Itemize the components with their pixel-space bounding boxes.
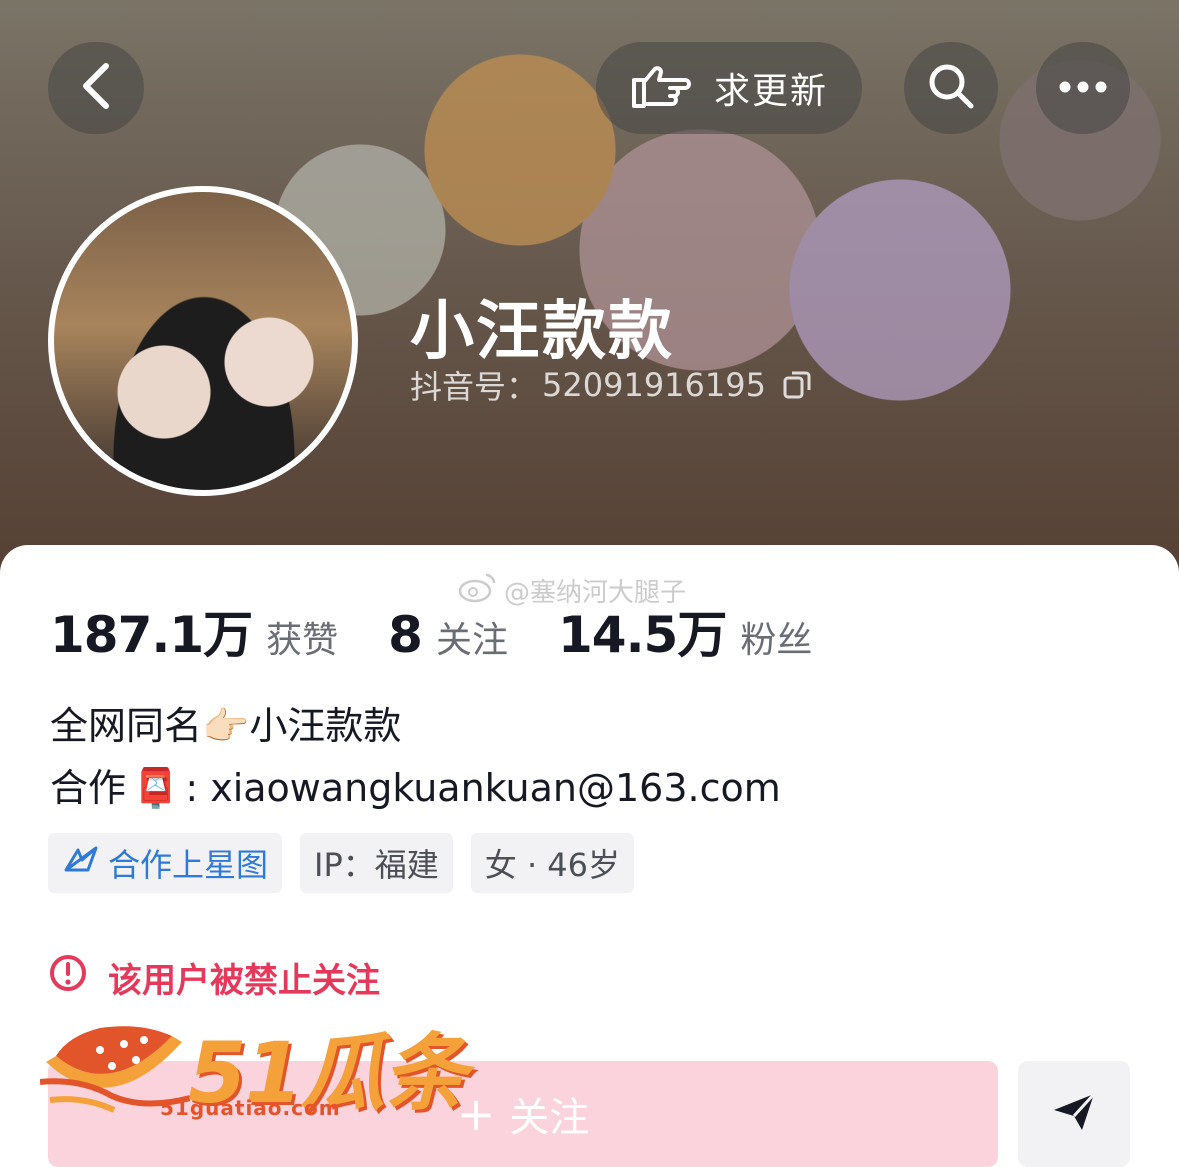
- follow-banned-text: 该用户被禁止关注: [108, 961, 380, 1001]
- pointing-emoji: 👉🏻: [202, 704, 250, 748]
- stat-likes-value: 187.1万: [50, 606, 253, 664]
- search-icon: [925, 60, 977, 116]
- more-options-button[interactable]: [1036, 42, 1130, 134]
- gender-age-tag: 女 · 46岁: [470, 833, 635, 893]
- ip-location-label: IP：福建: [314, 846, 439, 884]
- site-logo: 51瓜条 51guatiao.com: [39, 1012, 467, 1127]
- bio-cooperation-label: 合作: [50, 766, 127, 810]
- stat-following[interactable]: 8 关注: [388, 606, 508, 664]
- account-id-row: 抖音号： 52091916195: [410, 362, 812, 408]
- stat-following-label: 关注: [435, 620, 508, 661]
- profile-nickname: 小汪款款: [410, 295, 674, 369]
- logo-url: 51guatiao.com: [160, 1096, 341, 1120]
- profile-tags: 合作上星图 IP：福建 女 · 46岁: [48, 833, 635, 893]
- request-update-label: 求更新: [713, 71, 828, 112]
- more-dots-icon: [1058, 79, 1108, 98]
- gender-age-label: 女 · 46岁: [484, 846, 621, 884]
- request-update-button[interactable]: 求更新: [596, 42, 862, 134]
- send-message-button[interactable]: [1018, 1061, 1130, 1167]
- profile-stats: 187.1万 获赞 8 关注 14.5万 粉丝: [50, 595, 812, 667]
- pointing-hand-icon: [630, 62, 692, 114]
- stat-followers-value: 14.5万: [557, 606, 727, 664]
- back-arrow-icon: [76, 60, 116, 116]
- bio-email: : xiaowangkuankuan@163.com: [185, 766, 781, 810]
- stat-likes: 187.1万 获赞: [50, 595, 338, 667]
- account-id-value: 52091916195: [542, 366, 766, 404]
- search-button[interactable]: [904, 42, 998, 134]
- star-map-label: 合作上星图: [108, 846, 269, 884]
- star-map-tag[interactable]: 合作上星图: [48, 833, 283, 893]
- follow-label: 关注: [509, 1095, 590, 1141]
- bio-name: 小汪款款: [249, 704, 402, 748]
- copy-icon[interactable]: [782, 370, 812, 400]
- stat-following-value: 8: [388, 606, 423, 664]
- stat-likes-label: 获赞: [266, 620, 339, 661]
- profile-bio: 全网同名 👉🏻 小汪款款 合作 📮 : xiaowangkuankuan@163…: [50, 695, 781, 819]
- postbox-emoji: 📮: [132, 766, 180, 810]
- bio-line-contact: 合作 📮 : xiaowangkuankuan@163.com: [50, 757, 781, 819]
- send-icon: [1050, 1090, 1098, 1138]
- avatar[interactable]: [48, 186, 358, 496]
- account-id-label: 抖音号：: [410, 368, 539, 406]
- ip-location-tag: IP：福建: [300, 833, 453, 893]
- exclamation-circle-icon: [48, 953, 88, 1002]
- stat-followers[interactable]: 14.5万 粉丝: [558, 595, 812, 667]
- bio-line-name: 全网同名 👉🏻 小汪款款: [50, 695, 781, 757]
- back-button[interactable]: [48, 42, 144, 134]
- follow-banned-notice: 该用户被禁止关注: [48, 953, 380, 1002]
- bio-same-name-text: 全网同名: [50, 704, 203, 748]
- stat-followers-label: 粉丝: [740, 620, 813, 661]
- star-map-icon: [62, 844, 100, 882]
